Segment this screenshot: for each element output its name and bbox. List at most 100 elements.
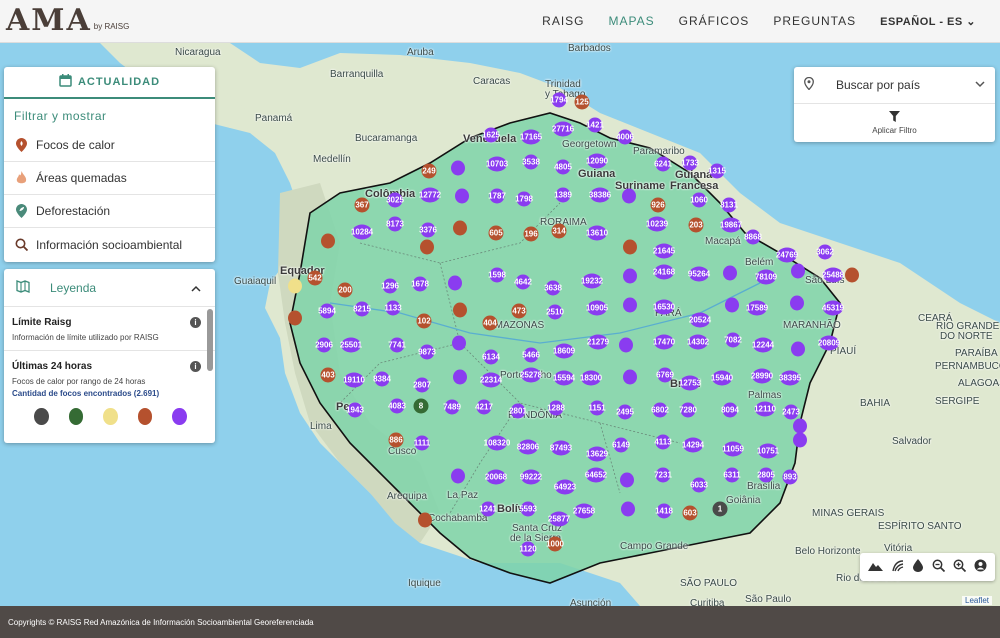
- fire-cluster-marker[interactable]: [790, 295, 804, 311]
- fire-cluster-marker[interactable]: [455, 188, 469, 204]
- fire-cluster-marker[interactable]: [623, 297, 637, 313]
- fire-cluster-marker[interactable]: 19110: [343, 372, 365, 388]
- fire-cluster-marker[interactable]: 6802: [651, 402, 669, 418]
- fire-cluster-marker[interactable]: 8131: [720, 197, 738, 213]
- fire-cluster-marker[interactable]: 82806: [517, 439, 539, 455]
- fire-cluster-marker[interactable]: [453, 302, 467, 318]
- fire-cluster-marker[interactable]: [793, 432, 807, 448]
- fire-cluster-marker[interactable]: [288, 310, 302, 326]
- fire-cluster-marker[interactable]: 15940: [711, 370, 733, 386]
- fire-cluster-marker[interactable]: 24769: [776, 247, 798, 263]
- fire-cluster-marker[interactable]: 24168: [653, 264, 675, 280]
- fire-cluster-marker[interactable]: 2906: [315, 337, 333, 353]
- fire-cluster-marker[interactable]: 64652: [585, 467, 607, 483]
- fire-cluster-marker[interactable]: 12772: [419, 187, 441, 203]
- fire-cluster-marker[interactable]: 3025: [386, 192, 404, 208]
- fire-cluster-marker[interactable]: 1421: [586, 117, 604, 133]
- fire-cluster-marker[interactable]: [321, 233, 335, 249]
- fire-cluster-marker[interactable]: 1787: [488, 188, 506, 204]
- fire-cluster-marker[interactable]: 3376: [419, 222, 437, 238]
- fire-cluster-marker[interactable]: 16530: [653, 299, 675, 315]
- fire-cluster-marker[interactable]: 27716: [552, 121, 574, 137]
- fire-cluster-marker[interactable]: 2510: [546, 304, 564, 320]
- fire-cluster-marker[interactable]: 38395: [779, 370, 801, 386]
- fire-cluster-marker[interactable]: 22314: [480, 372, 502, 388]
- fire-cluster-marker[interactable]: 45319: [822, 300, 844, 316]
- fire-cluster-marker[interactable]: 4083: [388, 398, 406, 414]
- legend-header[interactable]: Leyenda: [4, 269, 215, 307]
- fire-cluster-marker[interactable]: 17470: [653, 334, 675, 350]
- fire-cluster-marker[interactable]: 4006: [616, 129, 634, 145]
- fire-cluster-marker[interactable]: [845, 267, 859, 283]
- fire-cluster-marker[interactable]: 473: [511, 303, 527, 319]
- fire-cluster-marker[interactable]: 7741: [388, 337, 406, 353]
- fire-cluster-marker[interactable]: 12753: [679, 375, 701, 391]
- fire-cluster-marker[interactable]: 6149: [612, 437, 630, 453]
- fire-cluster-marker[interactable]: [418, 512, 432, 528]
- fire-cluster-marker[interactable]: 886: [388, 432, 404, 448]
- fire-cluster-marker[interactable]: 11059: [722, 441, 744, 457]
- wind-icon[interactable]: [891, 559, 905, 576]
- fire-cluster-marker[interactable]: 25501: [340, 337, 362, 353]
- zoom-out-icon[interactable]: [932, 559, 945, 575]
- fire-cluster-marker[interactable]: 2805: [757, 467, 775, 483]
- fire-cluster-marker[interactable]: 926: [650, 197, 666, 213]
- fire-cluster-marker[interactable]: 1418: [655, 503, 673, 519]
- fire-cluster-marker[interactable]: 1241: [479, 501, 497, 517]
- fire-cluster-marker[interactable]: 18300: [580, 370, 602, 386]
- fire-cluster-marker[interactable]: [619, 337, 633, 353]
- fire-cluster-marker[interactable]: 605: [488, 225, 504, 241]
- fire-cluster-marker[interactable]: [452, 335, 466, 351]
- fire-cluster-marker[interactable]: 95264: [688, 266, 710, 282]
- fire-cluster-marker[interactable]: 6311: [723, 467, 741, 483]
- fire-cluster-marker[interactable]: 10751: [757, 443, 779, 459]
- fire-cluster-marker[interactable]: 5466: [522, 347, 540, 363]
- fire-cluster-marker[interactable]: 7231: [654, 467, 672, 483]
- fire-cluster-marker[interactable]: 1315: [708, 163, 726, 179]
- fire-cluster-marker[interactable]: 9873: [418, 344, 436, 360]
- fire-cluster-marker[interactable]: 1733: [681, 155, 699, 171]
- chevron-up-icon[interactable]: [191, 281, 201, 295]
- filter-item-socioambiental[interactable]: Información socioambiental: [4, 228, 215, 261]
- fire-cluster-marker[interactable]: [620, 472, 634, 488]
- fire-cluster-marker[interactable]: 10239: [646, 216, 668, 232]
- fire-cluster-marker[interactable]: 19867: [720, 217, 742, 233]
- fire-cluster-marker[interactable]: 542: [307, 270, 323, 286]
- fire-cluster-marker[interactable]: 1151: [588, 400, 606, 416]
- fire-cluster-marker[interactable]: 87493: [550, 440, 572, 456]
- fire-cluster-marker[interactable]: 3538: [522, 154, 540, 170]
- fire-cluster-marker[interactable]: 6241: [654, 156, 672, 172]
- fire-cluster-marker[interactable]: [420, 239, 434, 255]
- fire-cluster-marker[interactable]: 12090: [586, 153, 608, 169]
- fire-cluster-marker[interactable]: [451, 160, 465, 176]
- fire-cluster-marker[interactable]: 8173: [386, 216, 404, 232]
- fire-cluster-marker[interactable]: 99222: [520, 469, 542, 485]
- fire-cluster-marker[interactable]: 13610: [586, 225, 608, 241]
- fire-cluster-marker[interactable]: 1111: [414, 435, 430, 451]
- fire-cluster-marker[interactable]: 2473: [782, 404, 800, 420]
- fire-cluster-marker[interactable]: 8: [413, 398, 429, 414]
- fire-cluster-marker[interactable]: 28990: [751, 368, 773, 384]
- fire-cluster-marker[interactable]: 25278: [520, 367, 542, 383]
- fire-cluster-marker[interactable]: 4113: [654, 434, 672, 450]
- fire-cluster-marker[interactable]: 367: [354, 197, 370, 213]
- fire-cluster-marker[interactable]: [621, 501, 635, 517]
- fire-cluster-marker[interactable]: 1598: [488, 267, 506, 283]
- fire-cluster-marker[interactable]: 3062: [816, 244, 834, 260]
- fire-cluster-marker[interactable]: 1288: [547, 400, 565, 416]
- fire-cluster-marker[interactable]: 27658: [573, 503, 595, 519]
- fire-cluster-marker[interactable]: [623, 239, 637, 255]
- fire-cluster-marker[interactable]: 18609: [553, 343, 575, 359]
- fire-cluster-marker[interactable]: 1000: [546, 536, 564, 552]
- user-icon[interactable]: [974, 559, 987, 575]
- fire-cluster-marker[interactable]: [453, 220, 467, 236]
- fire-cluster-marker[interactable]: [623, 369, 637, 385]
- fire-cluster-marker[interactable]: 1794: [550, 92, 568, 108]
- nav-item-graficos[interactable]: GRÁFICOS: [679, 14, 750, 28]
- fire-cluster-marker[interactable]: [791, 341, 805, 357]
- fire-cluster-marker[interactable]: 8215: [353, 301, 371, 317]
- tab-actualidad[interactable]: ACTUALIDAD: [4, 67, 215, 99]
- fire-cluster-marker[interactable]: 78109: [755, 269, 777, 285]
- fire-cluster-marker[interactable]: 403: [320, 367, 336, 383]
- fire-cluster-marker[interactable]: 8094: [721, 402, 739, 418]
